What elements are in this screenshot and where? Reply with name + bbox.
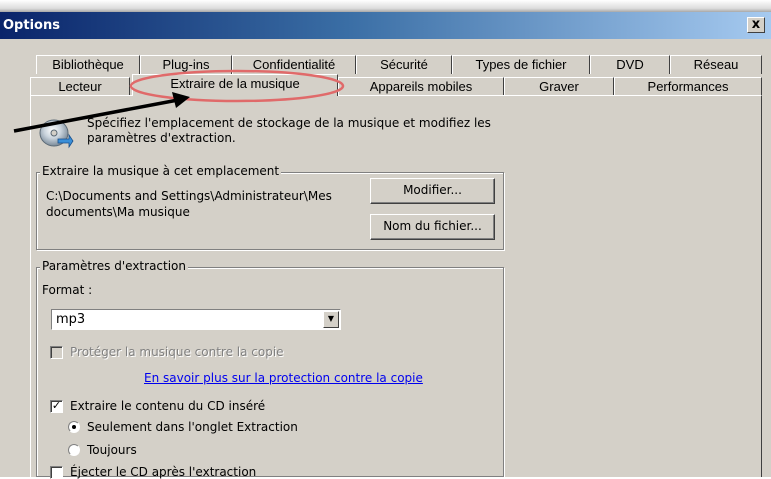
pointer-arrow-line (13, 98, 179, 133)
annotation-overlay (13, 69, 345, 133)
highlight-ellipse (129, 69, 345, 103)
